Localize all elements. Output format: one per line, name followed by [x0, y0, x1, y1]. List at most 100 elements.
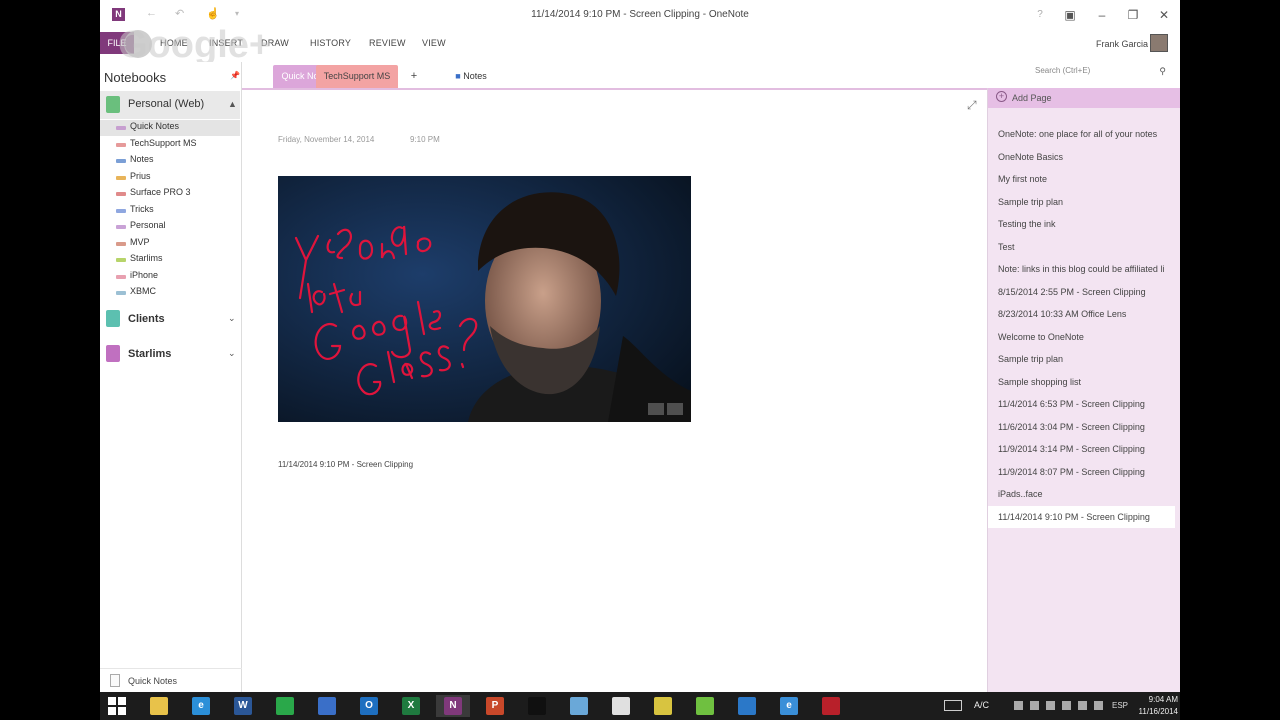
page-list-item[interactable]: OneNote: one place for all of your notes	[988, 123, 1180, 146]
hangouts-app[interactable]	[604, 695, 638, 717]
page-list-item[interactable]: Welcome to OneNote	[988, 326, 1180, 349]
windows-logo-icon	[108, 697, 126, 715]
page-list-item[interactable]: My first note	[988, 168, 1180, 191]
page-list-item[interactable]: 11/9/2014 8:07 PM - Screen Clipping	[988, 461, 1180, 484]
expand-icon[interactable]: ⌄	[228, 348, 236, 359]
expand-icon[interactable]: ⌄	[228, 313, 236, 324]
section-item[interactable]: Tricks	[100, 203, 240, 219]
internet-explorer-app[interactable]: e	[184, 695, 218, 717]
section-item[interactable]: XBMC	[100, 285, 240, 301]
prev-icon[interactable]	[648, 403, 664, 415]
quick-notes-footer[interactable]: Quick Notes	[100, 668, 242, 692]
ribbon-display-icon[interactable]: ▣	[1058, 6, 1082, 24]
ribbon-tabs: FILE HOME INSERT DRAW HISTORY REVIEW VIE…	[100, 32, 1180, 54]
section-item[interactable]: Notes	[100, 153, 240, 169]
close-icon[interactable]: ✕	[1152, 6, 1176, 24]
file-explorer-icon	[150, 697, 168, 715]
section-item[interactable]: Quick Notes	[100, 120, 240, 136]
page-list-item[interactable]: 11/14/2014 9:10 PM - Screen Clipping	[988, 505, 1175, 528]
network-icon[interactable]	[1046, 701, 1055, 710]
clock-time[interactable]: 9:04 AM	[1142, 695, 1178, 704]
section-item[interactable]: TechSupport MS	[100, 137, 240, 153]
screen-clipping-image[interactable]	[278, 176, 691, 422]
keyboard-icon[interactable]	[944, 700, 962, 711]
tab-insert[interactable]: INSERT	[209, 38, 243, 48]
tab-review[interactable]: REVIEW	[369, 38, 406, 48]
tab-view[interactable]: VIEW	[422, 38, 446, 48]
excel-app[interactable]: X	[394, 695, 428, 717]
onenote-app[interactable]: N	[436, 695, 470, 717]
powerpoint-app[interactable]: P	[478, 695, 512, 717]
page-list-item[interactable]: Sample trip plan	[988, 348, 1180, 371]
section-item[interactable]: iPhone	[100, 269, 240, 285]
chevron-up-icon[interactable]	[1014, 701, 1023, 710]
page-list-item[interactable]: 11/4/2014 6:53 PM - Screen Clipping	[988, 393, 1180, 416]
tab-history[interactable]: HISTORY	[310, 38, 351, 48]
notebook-starlims[interactable]: Starlims ⌄	[100, 343, 240, 365]
save-app[interactable]	[310, 695, 344, 717]
restore-icon[interactable]: ❐	[1121, 6, 1145, 24]
ie-app[interactable]: e	[772, 695, 806, 717]
page-list-item[interactable]: 11/9/2014 3:14 PM - Screen Clipping	[988, 438, 1180, 461]
page-list-item[interactable]: 8/15/2014 2:55 PM - Screen Clipping	[988, 281, 1180, 304]
tab-draw[interactable]: DRAW	[261, 38, 289, 48]
page-list-item[interactable]: 8/23/2014 10:33 AM Office Lens	[988, 303, 1180, 326]
full-page-view-icon[interactable]: ⤢	[967, 98, 977, 113]
folder-app[interactable]	[562, 695, 596, 717]
section-item[interactable]: Starlims	[100, 252, 240, 268]
minimize-icon[interactable]: –	[1090, 6, 1114, 24]
android-app[interactable]	[688, 695, 722, 717]
volume-icon[interactable]	[1094, 701, 1103, 710]
page-list-item[interactable]: iPads..face	[988, 483, 1180, 506]
page-list-item[interactable]: Sample shopping list	[988, 371, 1180, 394]
terminal-icon	[528, 697, 546, 715]
terminal-app[interactable]	[520, 695, 554, 717]
page-list-item[interactable]: Note: links in this blog could be affili…	[988, 258, 1180, 281]
store-app[interactable]	[268, 695, 302, 717]
reader-app[interactable]	[814, 695, 848, 717]
ac-indicator[interactable]: A/C	[974, 700, 989, 710]
next-icon[interactable]	[667, 403, 683, 415]
notebook-personal-web[interactable]: Personal (Web) ▲	[100, 91, 240, 119]
search-icon[interactable]: ⚲	[1159, 66, 1166, 77]
cloud-icon[interactable]	[1062, 701, 1071, 710]
signal-icon[interactable]	[1078, 701, 1087, 710]
system-tray: A/C ESP 9:04 AM 11/16/2014	[920, 692, 1180, 720]
help-icon[interactable]: ?	[1028, 6, 1052, 24]
collapse-icon[interactable]: ▲	[228, 99, 237, 109]
notebook-name: Clients	[128, 313, 165, 325]
tab-notes-group[interactable]: ■ Notes	[446, 65, 496, 88]
section-item[interactable]: MVP	[100, 236, 240, 252]
chrome-app[interactable]	[646, 695, 680, 717]
taskbar: e W O X N Pe A/C ESP 9:04 AM 11/16/2014	[100, 692, 1180, 720]
page-canvas[interactable]: ⤢ Friday, November 14, 2014 9:10 PM 11/1…	[242, 88, 987, 692]
page-list-item[interactable]: OneNote Basics	[988, 146, 1180, 169]
outlook-app[interactable]: O	[352, 695, 386, 717]
file-explorer-app[interactable]	[142, 695, 176, 717]
notebook-clients[interactable]: Clients ⌄	[100, 308, 240, 330]
user-name[interactable]: Frank Garcia	[1096, 39, 1148, 49]
add-section-button[interactable]: +	[406, 65, 422, 88]
page-list-item[interactable]: Testing the ink	[988, 213, 1180, 236]
avatar[interactable]	[1150, 34, 1168, 52]
mail-app[interactable]	[730, 695, 764, 717]
section-item[interactable]: Personal	[100, 219, 240, 235]
page-list-item[interactable]: Sample trip plan	[988, 191, 1180, 214]
search-input[interactable]: Search (Ctrl+E) ⚲	[1035, 66, 1170, 80]
tab-home[interactable]: HOME	[160, 38, 188, 48]
page-list-item[interactable]: 11/6/2014 3:04 PM - Screen Clipping	[988, 416, 1180, 439]
start-button[interactable]	[100, 695, 134, 717]
image-controls[interactable]	[645, 402, 683, 420]
tab-techsupport-ms[interactable]: TechSupport MS	[316, 65, 398, 88]
section-item[interactable]: Surface PRO 3	[100, 186, 240, 202]
page-list-item[interactable]: Test	[988, 236, 1180, 259]
clock-date[interactable]: 11/16/2014	[1132, 707, 1178, 716]
word-app[interactable]: W	[226, 695, 260, 717]
add-page-button[interactable]: + Add Page	[988, 88, 1180, 108]
language-indicator[interactable]: ESP	[1112, 701, 1128, 710]
pin-pane-icon[interactable]: 📌	[230, 71, 240, 80]
flag-icon[interactable]	[1030, 701, 1039, 710]
notebook-icon	[106, 96, 120, 113]
section-item[interactable]: Prius	[100, 170, 240, 186]
section-color-tab-icon	[116, 274, 126, 279]
